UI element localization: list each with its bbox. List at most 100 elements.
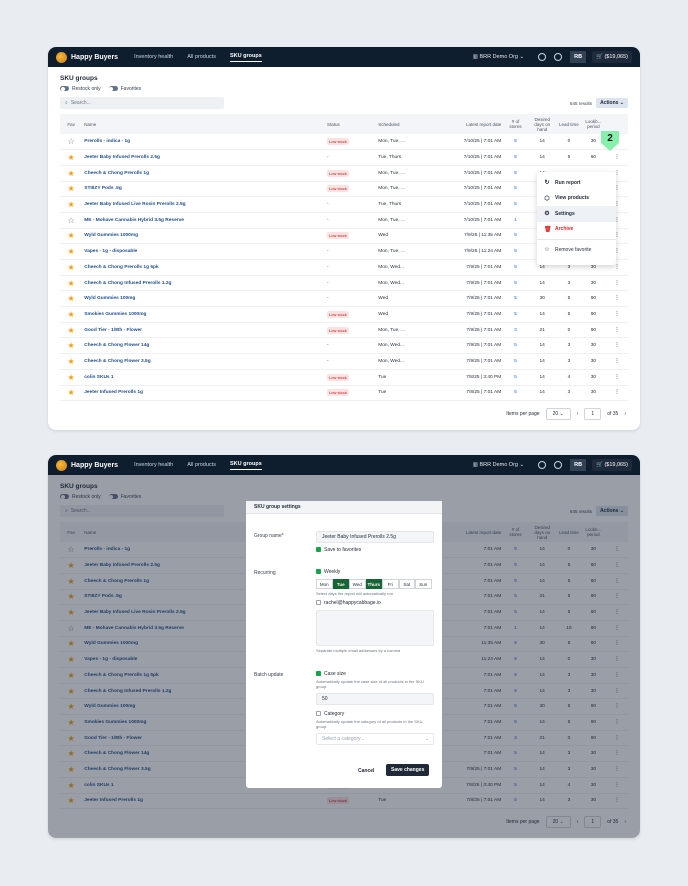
sku-group-name[interactable]: Wyld Gummies 1000mg <box>82 228 326 245</box>
col-ddoh[interactable]: Desired days on hand <box>527 114 557 134</box>
kebab-menu-icon[interactable]: ⋮ <box>605 149 628 166</box>
nav-inventory-health[interactable]: Inventory health <box>134 462 173 468</box>
star-filled-icon[interactable]: ★ <box>60 165 83 182</box>
gear-icon[interactable] <box>538 461 547 469</box>
nav-all-products[interactable]: All products <box>187 54 216 60</box>
stores-count[interactable]: 5 <box>503 228 528 245</box>
table-row[interactable]: ★ Jeeter Baby Infused Prerolls 2.5g - Tue, … <box>60 149 628 166</box>
day-thurs[interactable]: Thurs <box>365 579 382 589</box>
email-textarea[interactable] <box>316 610 434 646</box>
menu-archive[interactable]: 🗑 Archive <box>537 222 616 238</box>
category-select[interactable]: Select a category... ⌄ <box>316 733 434 745</box>
help-icon[interactable] <box>554 461 563 469</box>
sku-group-name[interactable]: STIIIZY Pods .5g <box>82 181 326 198</box>
table-row[interactable]: ★ Good Tier - 1/8th - Flower Low stock Mon,… <box>60 322 628 339</box>
sku-group-name[interactable]: Wyld Gummies 100mg <box>82 290 326 308</box>
stores-count[interactable]: 5 <box>503 369 528 386</box>
org-selector[interactable]: ▥ BRR Demo Org ⌄ <box>473 462 524 468</box>
stores-count[interactable]: 5 <box>503 181 528 198</box>
stores-count[interactable]: 5 <box>503 149 528 166</box>
stores-count[interactable]: 5 <box>503 290 528 308</box>
star-filled-icon[interactable]: ★ <box>60 369 83 386</box>
star-filled-icon[interactable]: ★ <box>60 275 83 292</box>
star-outline-icon[interactable]: ☆ <box>60 134 83 151</box>
day-sun[interactable]: Sun <box>415 579 432 589</box>
sku-group-name[interactable]: Cheech & Chong Prerolls 1g 5pk <box>82 259 326 276</box>
category-checkbox[interactable]: Category <box>316 711 434 717</box>
col-scheduled[interactable]: Scheduled <box>376 114 441 134</box>
menu-remove-favorite[interactable]: ☆ Remove favorite <box>537 242 616 258</box>
case-size-input[interactable]: 50 <box>316 693 434 705</box>
sku-group-name[interactable]: Cheech & Chong Prerolls 1g <box>82 165 326 182</box>
col-name[interactable]: Name <box>82 114 326 134</box>
star-filled-icon[interactable]: ★ <box>60 337 83 355</box>
restock-toggle[interactable]: Restock only <box>60 86 101 92</box>
sku-group-name[interactable]: Vapes - 1g - disposable <box>82 243 326 260</box>
kebab-menu-icon[interactable]: ⋮ <box>605 275 628 292</box>
stores-count[interactable]: 5 <box>503 196 528 213</box>
nav-sku-groups[interactable]: SKU groups <box>229 53 262 62</box>
day-wed[interactable]: Wed <box>349 579 366 589</box>
kebab-menu-icon[interactable]: ⋮ <box>605 337 628 355</box>
weekly-checkbox[interactable]: Weekly <box>316 569 434 575</box>
stores-count[interactable]: 1 <box>503 212 528 229</box>
stores-count[interactable]: 5 <box>503 259 528 276</box>
cart-button[interactable]: 🛒 ($19,065) <box>592 459 632 471</box>
table-row[interactable]: ★colin SKUs 1Low stock Tue7/8/25 | 3:40 P… <box>60 369 628 386</box>
table-row[interactable]: ★ Jeeter Infused Prerolls 1g Low stock Tue 7… <box>60 385 628 402</box>
sku-group-name[interactable]: Cheech & Chong Infused Prerolls 1.2g <box>82 275 326 292</box>
kebab-menu-icon[interactable]: ⋮ <box>605 385 628 402</box>
nav-all-products[interactable]: All products <box>187 462 216 468</box>
day-mon[interactable]: Mon <box>316 579 333 589</box>
cancel-button[interactable]: Cancel <box>358 768 374 774</box>
star-filled-icon[interactable]: ★ <box>60 228 83 245</box>
org-selector[interactable]: ▥ BRR Demo Org ⌄ <box>473 54 524 60</box>
sku-group-name[interactable]: colin SKUs 1 <box>82 369 326 386</box>
actions-button[interactable]: Actions ⌄ <box>596 98 628 108</box>
stores-count[interactable]: 5 <box>503 243 528 260</box>
search-input[interactable]: ⌕ Search... <box>60 97 224 109</box>
sku-group-name[interactable]: Jeeter Baby Infused Live Rosin Prerolls … <box>82 196 326 213</box>
sku-group-name[interactable]: Smokies Gummies 1000mg <box>82 306 326 323</box>
stores-count[interactable]: 5 <box>503 385 528 402</box>
email-checkbox[interactable]: rachel@happycabbage.io <box>316 600 434 606</box>
sku-group-name[interactable]: ME - Mohave Cannabis Hybrid 3.5g Reserve <box>82 212 326 229</box>
day-fri[interactable]: Fri <box>382 579 399 589</box>
kebab-menu-icon[interactable]: ⋮ <box>605 322 628 339</box>
sku-group-name[interactable]: Good Tier - 1/8th - Flower <box>82 322 326 339</box>
col-latest-report[interactable]: Latest report date <box>440 114 504 134</box>
prev-page-icon[interactable]: ‹ <box>577 411 579 417</box>
table-row[interactable]: ☆ Prerolls - indica - 1g Low stock Mon, Tue… <box>60 134 628 151</box>
page-input[interactable]: 1 <box>584 408 602 420</box>
stores-count[interactable]: 5 <box>503 134 528 151</box>
case-size-checkbox[interactable]: Case size <box>316 671 434 677</box>
star-filled-icon[interactable]: ★ <box>60 290 83 308</box>
menu-run-report[interactable]: ↻ Run report <box>537 175 616 191</box>
sku-group-name[interactable]: Prerolls - indica - 1g <box>82 134 326 151</box>
stores-count[interactable]: 5 <box>503 275 528 292</box>
nav-sku-groups[interactable]: SKU groups <box>229 461 262 470</box>
col-stores[interactable]: # of stores <box>503 114 528 134</box>
table-row[interactable]: ★ Wyld Gummies 100mg - Wed 7/9/25 | 7:01 AM 5… <box>60 290 628 308</box>
star-filled-icon[interactable]: ★ <box>60 322 83 339</box>
sku-group-name[interactable]: Cheech & Chong Flower 3.5g <box>82 353 326 370</box>
kebab-menu-icon[interactable]: ⋮ <box>605 290 628 308</box>
sku-group-name[interactable]: Cheech & Chong Flower 14g <box>82 337 326 355</box>
favorites-toggle[interactable]: Favorites <box>108 86 141 92</box>
stores-count[interactable]: 5 <box>503 353 528 370</box>
sku-group-name[interactable]: Jeeter Baby Infused Prerolls 2.5g <box>82 149 326 166</box>
cart-button[interactable]: 🛒 ($19,065) <box>592 51 632 63</box>
save-changes-button[interactable]: Save changes <box>386 764 430 776</box>
table-row[interactable]: ★ Cheech & Chong Flower 14g - Mon, Wed... 7/… <box>60 337 628 355</box>
table-row[interactable]: ★ Smokies Gummies 1000mg Low stock Wed 7/9/2… <box>60 306 628 323</box>
stores-count[interactable]: 5 <box>503 337 528 355</box>
save-favorites-checkbox[interactable]: Save to favorites <box>316 547 434 553</box>
star-outline-icon[interactable]: ☆ <box>60 212 83 229</box>
stores-count[interactable]: 3 <box>503 322 528 339</box>
kebab-menu-icon[interactable]: ⋮ <box>605 353 628 370</box>
kebab-menu-icon[interactable]: ⋮ <box>605 306 628 323</box>
menu-view-products[interactable]: ⬡ View products <box>537 191 616 207</box>
help-icon[interactable] <box>554 53 563 61</box>
user-avatar[interactable]: RB <box>570 459 587 471</box>
day-sat[interactable]: Sat <box>398 579 415 589</box>
